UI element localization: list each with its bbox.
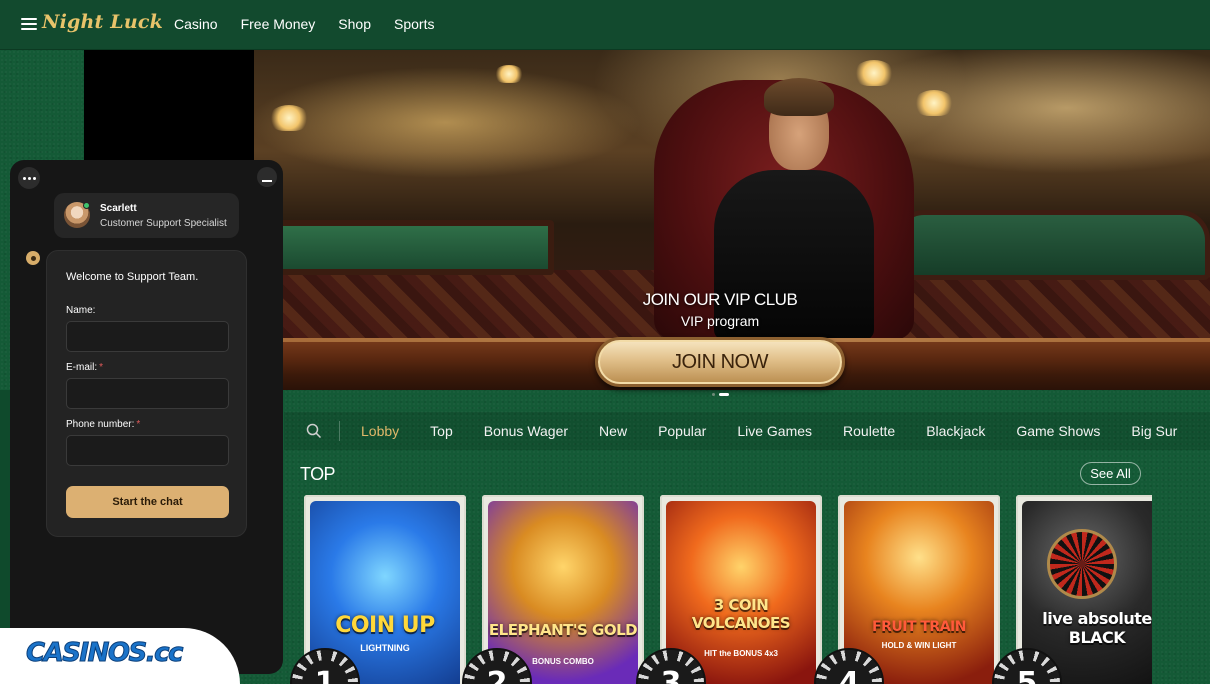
tab-popular[interactable]: Popular xyxy=(658,423,706,439)
tab-game-shows[interactable]: Game Shows xyxy=(1016,423,1100,439)
game-title: FRUIT TRAIN xyxy=(872,619,966,635)
game-title: ELEPHANT'S GOLD xyxy=(488,621,638,639)
start-chat-button[interactable]: Start the chat xyxy=(66,486,229,518)
online-status-icon xyxy=(83,202,90,209)
tab-bonus-wager[interactable]: Bonus Wager xyxy=(484,423,568,439)
category-tabs: Lobby Top Bonus Wager New Popular Live G… xyxy=(361,423,1208,439)
agent-name: Scarlett xyxy=(100,203,137,214)
email-field[interactable] xyxy=(66,378,229,409)
game-title: 3 COIN VOLCANOES xyxy=(691,596,791,632)
phone-field[interactable] xyxy=(66,435,229,466)
agent-card: Scarlett Customer Support Specialist xyxy=(54,193,239,238)
menu-icon[interactable] xyxy=(21,18,37,30)
carousel-dot[interactable] xyxy=(712,393,715,396)
site-logo[interactable]: Night Luck xyxy=(42,11,163,33)
tab-live-games[interactable]: Live Games xyxy=(737,423,812,439)
nav-free-money[interactable]: Free Money xyxy=(241,16,316,32)
welcome-message: Welcome to Support Team. xyxy=(66,271,199,283)
email-label: E-mail: * xyxy=(66,362,104,373)
category-bar: Lobby Top Bonus Wager New Popular Live G… xyxy=(284,412,1210,450)
join-now-button[interactable]: JOIN NOW xyxy=(595,337,845,387)
game-subtitle: HOLD & WIN LIGHT xyxy=(881,641,957,650)
tab-lobby[interactable]: Lobby xyxy=(361,423,399,439)
section-title: TOP xyxy=(300,464,335,484)
tab-big-sur[interactable]: Big Sur xyxy=(1131,423,1177,439)
roulette-wheel-icon xyxy=(1047,529,1117,599)
search-icon[interactable] xyxy=(306,423,322,439)
bot-icon xyxy=(26,251,40,265)
agent-role: Customer Support Specialist xyxy=(100,218,227,229)
tab-roulette[interactable]: Roulette xyxy=(843,423,895,439)
tab-new[interactable]: New xyxy=(599,423,627,439)
divider xyxy=(339,421,340,441)
support-chat-widget: Scarlett Customer Support Specialist Wel… xyxy=(10,160,283,674)
main-nav: Casino Free Money Shop Sports xyxy=(174,16,457,32)
phone-label: Phone number: * xyxy=(66,419,141,430)
watermark-logo: CASINOS.cc xyxy=(26,638,184,669)
name-label: Name: xyxy=(66,305,96,316)
carousel-dots xyxy=(712,393,729,396)
top-header: Night Luck Casino Free Money Shop Sports xyxy=(0,0,1210,50)
tab-top[interactable]: Top xyxy=(430,423,453,439)
nav-sports[interactable]: Sports xyxy=(394,16,434,32)
chat-form: Welcome to Support Team. Name: E-mail: * … xyxy=(46,250,247,537)
tab-blackjack[interactable]: Blackjack xyxy=(926,423,985,439)
name-field[interactable] xyxy=(66,321,229,352)
hero-title: JOIN OUR VIP CLUB xyxy=(642,290,798,309)
minimize-icon[interactable] xyxy=(257,167,277,187)
game-title: COIN UP xyxy=(335,613,435,638)
game-title: live absolute BLACK xyxy=(1042,609,1152,647)
see-all-button[interactable]: See All xyxy=(1080,462,1141,485)
more-options-icon[interactable] xyxy=(18,167,40,189)
carousel-dot-active[interactable] xyxy=(719,393,729,396)
nav-casino[interactable]: Casino xyxy=(174,16,218,32)
nav-shop[interactable]: Shop xyxy=(338,16,371,32)
hero-subtitle: VIP program xyxy=(680,313,760,329)
